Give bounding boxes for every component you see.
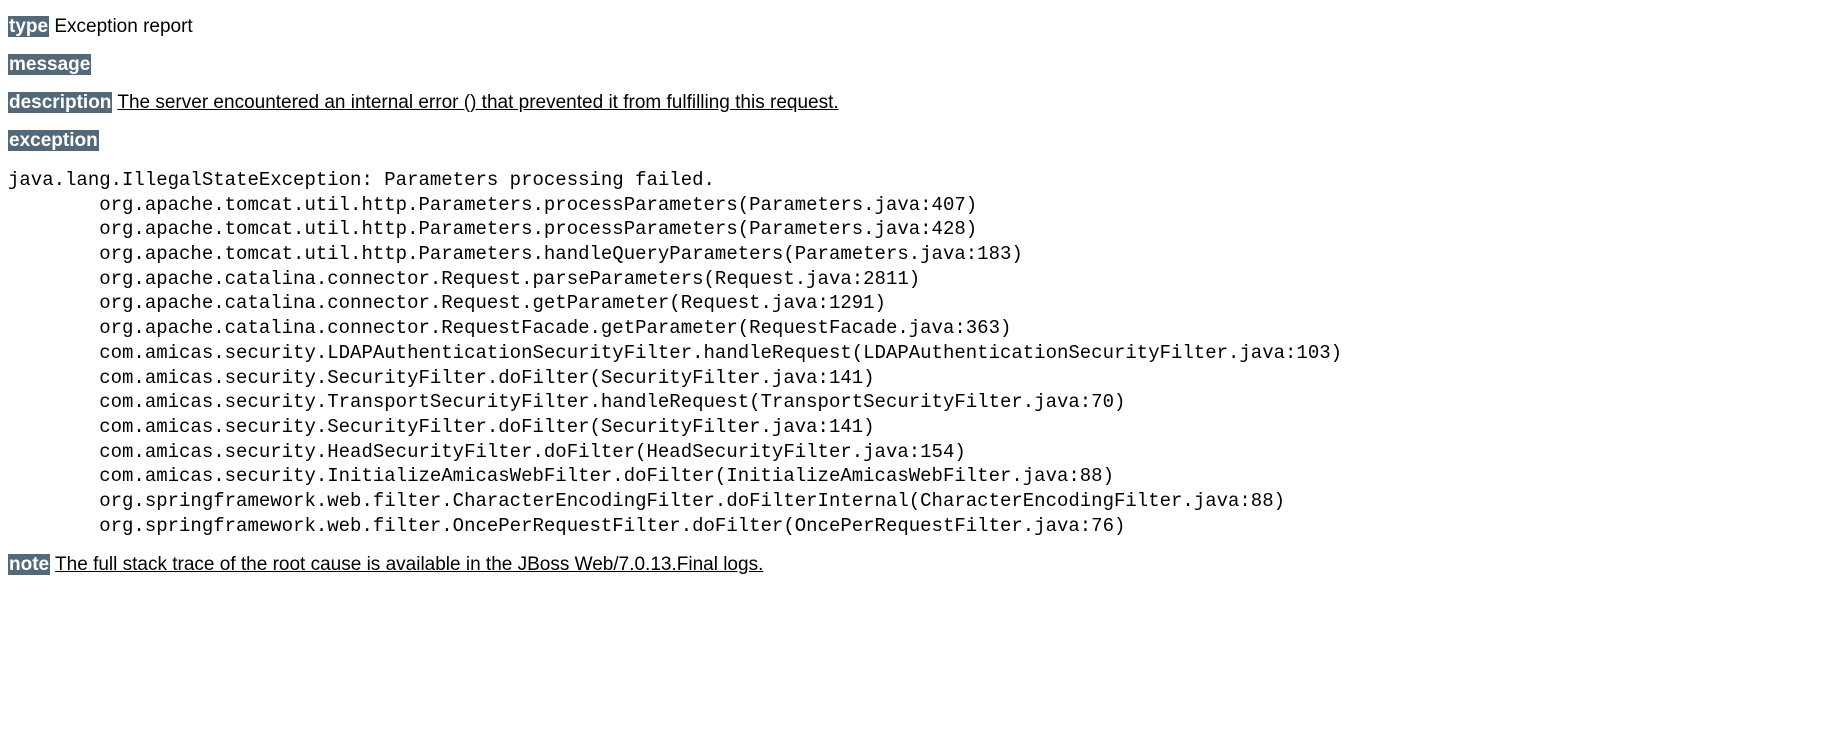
stacktrace: java.lang.IllegalStateException: Paramet… [8, 168, 1844, 538]
note-section: note The full stack trace of the root ca… [8, 554, 1844, 576]
exception-section: exception [8, 130, 1844, 152]
note-value: The full stack trace of the root cause i… [55, 554, 763, 575]
note-label: note [8, 554, 50, 575]
message-section: message [8, 54, 1844, 76]
type-section: type Exception report [8, 16, 1844, 38]
description-section: description The server encountered an in… [8, 92, 1844, 114]
type-label: type [8, 16, 49, 37]
description-label: description [8, 92, 112, 113]
message-label: message [8, 54, 91, 75]
description-value: The server encountered an internal error… [117, 92, 838, 113]
type-value: Exception report [54, 16, 192, 37]
exception-label: exception [8, 130, 99, 151]
